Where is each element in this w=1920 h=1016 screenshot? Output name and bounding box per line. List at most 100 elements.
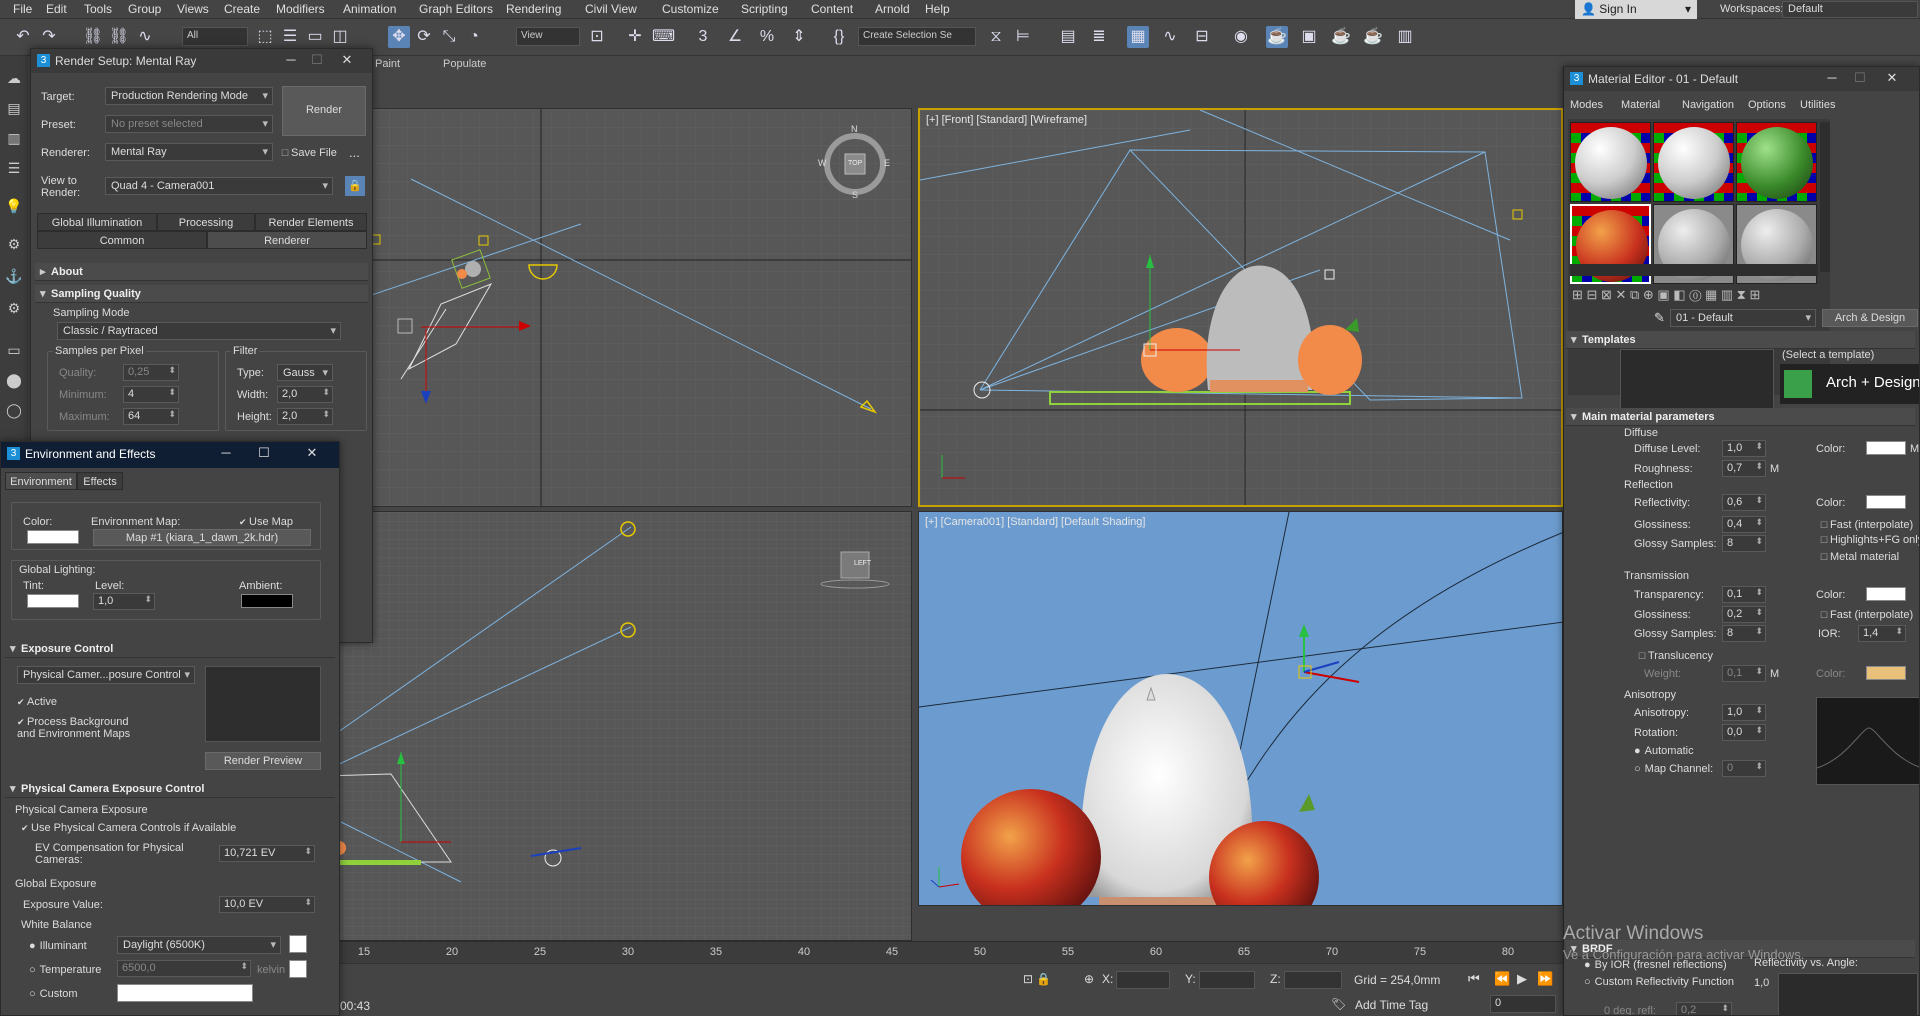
material-name-field[interactable]: 01 - Default: [1670, 309, 1816, 327]
menu-views[interactable]: Views: [177, 2, 209, 16]
modify-panel-icon[interactable]: ▤: [4, 100, 24, 120]
material-editor-titlebar[interactable]: 3 Material Editor - 01 - Default ─ ☐ ✕: [1564, 67, 1919, 91]
move-icon[interactable]: ✥: [388, 26, 410, 48]
map-channel-radio[interactable]: Map Channel:: [1634, 763, 1714, 775]
save-file-checkbox[interactable]: Save File: [281, 147, 337, 159]
maximize-icon[interactable]: ☐: [306, 52, 328, 70]
menu-help[interactable]: Help: [925, 2, 950, 16]
create-panel-icon[interactable]: ☁: [4, 70, 24, 90]
refraction-fast-interpolate-checkbox[interactable]: Fast (interpolate): [1820, 609, 1913, 621]
current-frame-field[interactable]: 0: [1490, 995, 1556, 1013]
unlink-icon[interactable]: ⛓: [108, 26, 130, 48]
sign-in-dropdown[interactable]: 👤 Sign In ▾: [1575, 0, 1697, 19]
template-select[interactable]: (Select a template): [1782, 349, 1874, 361]
use-phys-controls-checkbox[interactable]: Use Physical Camera Controls if Availabl…: [21, 822, 236, 834]
select-by-name-icon[interactable]: ☰: [279, 26, 301, 48]
coord-y-field[interactable]: [1199, 971, 1255, 989]
temperature-spinner[interactable]: 6500,0: [117, 960, 251, 977]
filter-type-select[interactable]: Gauss: [277, 364, 333, 381]
menu-file[interactable]: File: [13, 2, 32, 16]
selection-filter-combo[interactable]: All: [182, 27, 248, 46]
menu-graph-editors[interactable]: Graph Editors: [419, 2, 493, 16]
viewport-camera-label[interactable]: [+] [Camera001] [Standard] [Default Shad…: [925, 516, 1145, 528]
menu-civil-view[interactable]: Civil View: [585, 2, 637, 16]
light-icon[interactable]: 💡: [4, 198, 24, 218]
minimize-icon[interactable]: ─: [215, 445, 237, 463]
filter-width-spinner[interactable]: 2,0: [277, 386, 333, 403]
custom-color-swatch[interactable]: [117, 984, 253, 1002]
material-editor-icon[interactable]: ◉: [1230, 26, 1252, 48]
pivot-center-icon[interactable]: ⊡: [586, 26, 608, 48]
custom-radio[interactable]: Custom: [29, 988, 78, 1000]
refraction-color-swatch[interactable]: [1866, 587, 1906, 601]
menu-arnold[interactable]: Arnold: [875, 2, 910, 16]
exposure-value-spinner[interactable]: 10,0 EV: [219, 896, 315, 913]
sampling-mode-select[interactable]: Classic / Raytraced: [57, 322, 341, 340]
translucency-checkbox[interactable]: Translucency: [1638, 650, 1713, 662]
link-icon[interactable]: ⛓: [82, 26, 104, 48]
custom-reflectivity-radio[interactable]: Custom Reflectivity Function: [1584, 976, 1734, 988]
diffuse-color-map-button[interactable]: M: [1910, 443, 1919, 455]
view-to-render-select[interactable]: Quad 4 - Camera001: [105, 177, 333, 195]
metal-material-checkbox[interactable]: Metal material: [1820, 551, 1899, 563]
exposure-type-select[interactable]: Physical Camer...posure Control: [17, 666, 195, 684]
reflection-color-swatch[interactable]: [1866, 495, 1906, 509]
maximize-icon[interactable]: ☐: [253, 445, 275, 463]
reference-coord-combo[interactable]: View: [516, 27, 580, 46]
quality-spinner[interactable]: 0,25: [123, 364, 179, 381]
reflection-glossiness-spinner[interactable]: 0,4: [1722, 516, 1766, 533]
tab-render-elements[interactable]: Render Elements: [255, 213, 367, 231]
highlights-fg-checkbox[interactable]: Highlights+FG only: [1820, 534, 1919, 546]
angle-snap-icon[interactable]: ∠: [724, 26, 746, 48]
percent-snap-icon[interactable]: %: [756, 26, 778, 48]
illuminant-radio[interactable]: Illuminant: [29, 940, 87, 952]
scale-icon[interactable]: ⤡: [438, 26, 460, 48]
rollout-main-material-params[interactable]: Main material parameters: [1566, 408, 1915, 426]
ribbon-tab-populate[interactable]: Populate: [443, 58, 486, 70]
eyedropper-icon[interactable]: ✎: [1654, 310, 1665, 326]
reflectivity-spinner[interactable]: 0,6: [1722, 494, 1766, 511]
close-icon[interactable]: ✕: [336, 52, 358, 70]
translucency-weight-map-button[interactable]: M: [1770, 668, 1779, 680]
shape-primitive-icon[interactable]: ⬤: [4, 372, 24, 392]
tab-environment[interactable]: Environment: [5, 472, 77, 490]
preset-select[interactable]: No preset selected: [105, 115, 273, 133]
toggle-layer-explorer-icon[interactable]: ≣: [1088, 26, 1110, 48]
material-slot[interactable]: [1736, 122, 1817, 202]
helper-icon[interactable]: ⚙: [4, 236, 24, 256]
menu-animation[interactable]: Animation: [343, 2, 396, 16]
save-file-browse[interactable]: ...: [349, 145, 360, 160]
fast-interpolate-checkbox[interactable]: Fast (interpolate): [1820, 519, 1913, 531]
me-menu-material[interactable]: Material: [1621, 99, 1660, 111]
environment-map-button[interactable]: Map #1 (kiara_1_dawn_2k.hdr): [93, 529, 311, 546]
illuminant-swatch[interactable]: [289, 935, 307, 953]
level-spinner[interactable]: 1,0: [93, 593, 155, 610]
align-icon[interactable]: ⊨: [1012, 26, 1034, 48]
workspaces-select[interactable]: Default: [1782, 1, 1918, 18]
menu-content[interactable]: Content: [811, 2, 853, 16]
diffuse-level-spinner[interactable]: 1,0: [1722, 440, 1766, 457]
tint-swatch[interactable]: [27, 594, 79, 608]
map-channel-spinner[interactable]: 0: [1722, 760, 1766, 777]
named-selection-set-combo[interactable]: Create Selection Se: [858, 27, 976, 46]
render-production-icon[interactable]: ☕: [1330, 26, 1352, 48]
viewcube-compass[interactable]: N S E W TOP: [818, 124, 890, 200]
time-tag-icon[interactable]: 🏷: [1331, 997, 1346, 1011]
render-setup-titlebar[interactable]: 3 Render Setup: Mental Ray ─ ☐ ✕: [31, 49, 372, 73]
lock-icon[interactable]: 🔒: [345, 176, 365, 196]
viewport-front[interactable]: [+] [Front] [Standard] [Wireframe]: [918, 108, 1563, 507]
render-activeshade-icon[interactable]: ▥: [1394, 26, 1416, 48]
tab-common[interactable]: Common: [37, 231, 207, 249]
maximize-icon[interactable]: ☐: [1849, 70, 1871, 88]
roughness-spinner[interactable]: 0,7: [1722, 460, 1766, 477]
select-manipulate-icon[interactable]: ✛: [624, 26, 646, 48]
temperature-radio[interactable]: Temperature: [29, 964, 102, 976]
mirror-icon[interactable]: ⧖: [985, 26, 1007, 48]
menu-tools[interactable]: Tools: [84, 2, 112, 16]
automatic-radio[interactable]: Automatic: [1634, 745, 1694, 757]
next-frame-icon[interactable]: ⏩: [1537, 971, 1553, 987]
transparency-spinner[interactable]: 0,1: [1722, 586, 1766, 603]
window-crossing-icon[interactable]: ◫: [329, 26, 351, 48]
rendered-frame-window-icon[interactable]: ▣: [1298, 26, 1320, 48]
me-menu-utilities[interactable]: Utilities: [1800, 99, 1835, 111]
